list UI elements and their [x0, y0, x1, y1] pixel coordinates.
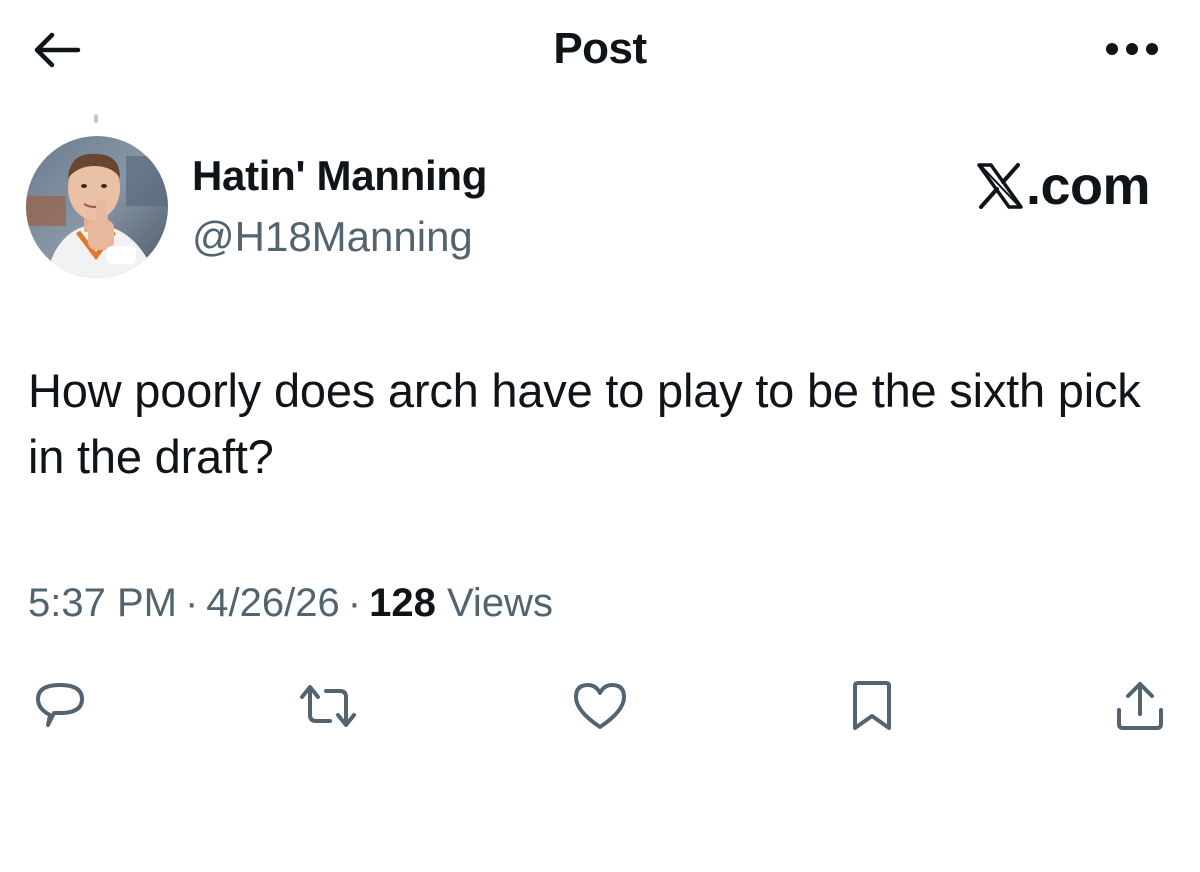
heart-icon — [574, 683, 626, 729]
page-title: Post — [553, 24, 647, 73]
share-button[interactable] — [1108, 676, 1172, 736]
views-count[interactable]: 128 — [369, 581, 436, 625]
reply-button[interactable] — [28, 676, 92, 736]
views-label[interactable]: Views — [447, 581, 553, 625]
post-metadata: 5:37 PM · 4/26/26 · 128 Views — [28, 578, 553, 628]
repost-button[interactable] — [296, 676, 360, 736]
author-display-name[interactable]: Hatin' Manning — [192, 150, 487, 202]
x-com-watermark: .com — [976, 156, 1151, 216]
more-horizontal-icon — [1106, 43, 1158, 55]
brand-domain-text: .com — [1025, 156, 1151, 216]
reply-icon — [36, 683, 84, 727]
meta-separator: · — [184, 581, 199, 625]
author-handle[interactable]: @H18Manning — [192, 211, 473, 263]
post-text: How poorly does arch have to play to be … — [28, 364, 1141, 483]
meta-separator: · — [347, 581, 362, 625]
post-detail-screen: Post Hatin' Manning @H18Manning .com How… — [0, 0, 1200, 872]
decorative-dot — [94, 114, 98, 123]
more-options-button[interactable] — [1102, 32, 1162, 66]
post-date[interactable]: 4/26/26 — [206, 581, 339, 625]
like-button[interactable] — [568, 676, 632, 736]
post-time[interactable]: 5:37 PM — [28, 581, 177, 625]
x-logo-icon — [977, 163, 1023, 209]
retweet-icon — [300, 685, 356, 727]
avatar[interactable] — [26, 136, 168, 278]
bookmark-icon — [853, 681, 891, 730]
share-icon — [1117, 682, 1163, 730]
bookmark-button[interactable] — [840, 676, 904, 736]
profile-photo — [26, 136, 168, 278]
